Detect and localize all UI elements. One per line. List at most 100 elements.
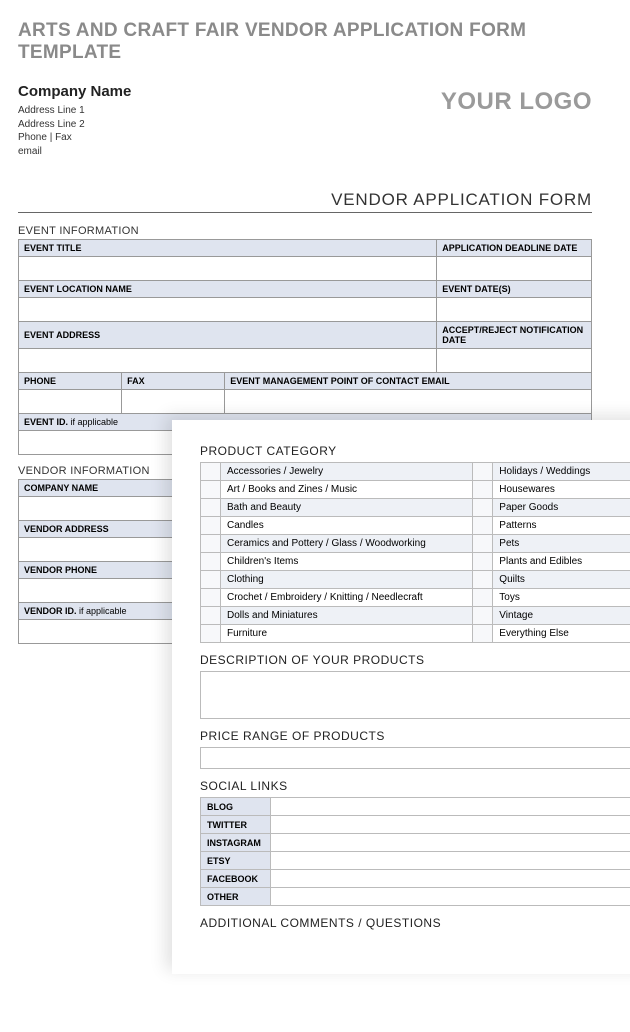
category-checkbox[interactable] [473,481,493,499]
category-row: Clothing Quilts [201,571,630,589]
social-row: TWITTER [201,816,630,834]
section-price-range: PRICE RANGE OF PRODUCTS [200,729,630,743]
field-dates: EVENT DATE(S) [437,281,592,298]
category-name: Housewares [493,481,630,499]
logo-placeholder: YOUR LOGO [441,88,592,116]
section-product-category: PRODUCT CATEGORY [200,444,630,458]
section-comments: ADDITIONAL COMMENTS / QUESTIONS [200,916,630,930]
product-category-table: Accessories / JewelryHolidays / Weddings… [200,462,630,643]
category-name: Accessories / Jewelry [221,463,473,481]
category-checkbox[interactable] [473,517,493,535]
input-location[interactable] [19,298,437,322]
category-row: Crochet / Embroidery / Knitting / Needle… [201,589,630,607]
social-input[interactable] [271,798,630,816]
category-row: Dolls and Miniatures Vintage [201,607,630,625]
company-info: Company Name Address Line 1 Address Line… [18,82,131,158]
category-checkbox[interactable] [473,589,493,607]
category-name: Clothing [221,571,473,589]
category-checkbox[interactable] [201,517,221,535]
category-row: Accessories / JewelryHolidays / Weddings [201,463,630,481]
category-name: Plants and Edibles [493,553,630,571]
category-name: Patterns [493,517,630,535]
social-input[interactable] [271,870,630,888]
category-name: Children's Items [221,553,473,571]
social-links-table: BLOGTWITTERINSTAGRAMETSYFACEBOOKOTHER [200,797,630,906]
field-deadline: APPLICATION DEADLINE DATE [437,240,592,257]
category-row: Bath and BeautyPaper Goods [201,499,630,517]
field-phone: PHONE [19,373,122,390]
social-label: BLOG [201,798,271,816]
company-addr2: Address Line 2 [18,118,131,132]
social-label: FACEBOOK [201,870,271,888]
field-location: EVENT LOCATION NAME [19,281,437,298]
social-row: OTHER [201,888,630,906]
social-input[interactable] [271,834,630,852]
category-checkbox[interactable] [201,553,221,571]
input-dates[interactable] [437,298,592,322]
input-contact-email[interactable] [225,390,592,414]
company-email: email [18,145,131,159]
field-event-address: EVENT ADDRESS [19,322,437,349]
social-row: INSTAGRAM [201,834,630,852]
section-event-info: EVENT INFORMATION [18,225,592,237]
category-name: Everything Else [493,625,630,643]
field-event-title: EVENT TITLE [19,240,437,257]
category-checkbox[interactable] [473,499,493,517]
company-addr1: Address Line 1 [18,104,131,118]
social-input[interactable] [271,816,630,834]
input-description[interactable] [200,671,630,719]
category-name: Paper Goods [493,499,630,517]
company-name: Company Name [18,82,131,102]
social-label: INSTAGRAM [201,834,271,852]
section-social-links: SOCIAL LINKS [200,779,630,793]
input-event-address[interactable] [19,349,437,373]
social-label: TWITTER [201,816,271,834]
category-checkbox[interactable] [201,589,221,607]
category-row: Children's Items Plants and Edibles [201,553,630,571]
foreground-page: PRODUCT CATEGORY Accessories / JewelryHo… [172,420,630,974]
social-row: ETSY [201,852,630,870]
field-fax: FAX [122,373,225,390]
company-phone-fax: Phone | Fax [18,131,131,145]
category-row: Furniture Everything Else [201,625,630,643]
category-checkbox[interactable] [473,607,493,625]
category-checkbox[interactable] [201,607,221,625]
social-label: OTHER [201,888,271,906]
social-row: BLOG [201,798,630,816]
field-notify: ACCEPT/REJECT NOTIFICATION DATE [437,322,592,349]
input-fax[interactable] [122,390,225,414]
category-checkbox[interactable] [201,499,221,517]
category-name: Furniture [221,625,473,643]
social-input[interactable] [271,888,630,906]
category-checkbox[interactable] [201,463,221,481]
input-deadline[interactable] [437,257,592,281]
category-checkbox[interactable] [201,625,221,643]
category-checkbox[interactable] [201,571,221,589]
input-notify[interactable] [437,349,592,373]
social-input[interactable] [271,852,630,870]
social-row: FACEBOOK [201,870,630,888]
category-checkbox[interactable] [473,571,493,589]
category-row: Art / Books and Zines / Music Housewares [201,481,630,499]
category-name: Art / Books and Zines / Music [221,481,473,499]
category-checkbox[interactable] [201,535,221,553]
category-name: Quilts [493,571,630,589]
category-checkbox[interactable] [473,625,493,643]
category-name: Dolls and Miniatures [221,607,473,625]
category-name: Toys [493,589,630,607]
field-contact-email: EVENT MANAGEMENT POINT OF CONTACT EMAIL [225,373,592,390]
category-name: Ceramics and Pottery / Glass / Woodworki… [221,535,473,553]
social-label: ETSY [201,852,271,870]
category-row: CandlesPatterns [201,517,630,535]
category-checkbox[interactable] [473,463,493,481]
category-name: Vintage [493,607,630,625]
category-checkbox[interactable] [473,553,493,571]
template-title: ARTS AND CRAFT FAIR VENDOR APPLICATION F… [18,20,592,64]
input-phone[interactable] [19,390,122,414]
input-price-range[interactable] [200,747,630,769]
input-event-title[interactable] [19,257,437,281]
category-checkbox[interactable] [473,535,493,553]
section-description: DESCRIPTION OF YOUR PRODUCTS [200,653,630,667]
category-checkbox[interactable] [201,481,221,499]
category-row: Ceramics and Pottery / Glass / Woodworki… [201,535,630,553]
